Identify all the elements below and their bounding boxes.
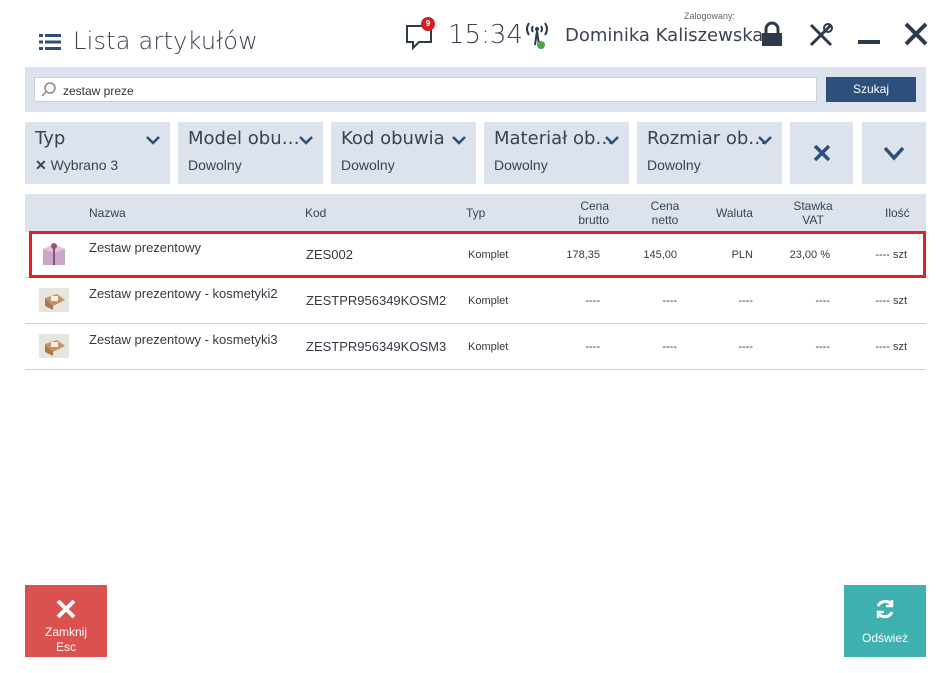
clock: 15:34 bbox=[448, 20, 523, 50]
item-name: Zestaw prezentowy - kosmetyki2 bbox=[89, 286, 278, 301]
column-header-code[interactable]: Kod bbox=[305, 206, 326, 220]
item-net-price: ---- bbox=[662, 341, 677, 353]
filter-label: Kod obuwia bbox=[341, 128, 445, 149]
logged-in-label: Zalogowany: bbox=[684, 11, 736, 21]
tools-icon[interactable] bbox=[806, 20, 836, 50]
column-header-name[interactable]: Nazwa bbox=[89, 206, 126, 220]
column-header-vat[interactable]: Stawka VAT bbox=[790, 199, 836, 227]
chevron-down-icon bbox=[452, 136, 466, 145]
close-button[interactable]: Zamknij Esc bbox=[25, 585, 107, 657]
chevron-down-icon bbox=[758, 136, 772, 145]
item-vat: ---- bbox=[815, 341, 830, 353]
filter-shoe-code[interactable]: Kod obuwia Dowolny bbox=[331, 122, 476, 184]
chevron-down-icon bbox=[605, 136, 619, 145]
close-icon bbox=[56, 599, 76, 619]
minimize-icon[interactable] bbox=[855, 20, 885, 50]
refresh-icon bbox=[876, 599, 894, 619]
item-gross-price: ---- bbox=[585, 295, 600, 307]
close-button-shortcut: Esc bbox=[55, 640, 76, 654]
search-input-value[interactable]: zestaw preze bbox=[63, 84, 134, 98]
search-icon bbox=[41, 82, 56, 97]
refresh-button-label: Odśwież bbox=[861, 631, 908, 645]
item-type: Komplet bbox=[468, 341, 509, 353]
item-vat: ---- bbox=[815, 295, 830, 307]
filter-label: Typ bbox=[35, 128, 66, 149]
filter-value: Dowolny bbox=[494, 157, 548, 173]
menu-list-icon[interactable] bbox=[39, 33, 61, 51]
table-row[interactable]: Zestaw prezentowy - kosmetyki3 ZESTPR956… bbox=[25, 324, 926, 370]
chevron-down-icon bbox=[883, 146, 905, 161]
lock-icon[interactable] bbox=[757, 20, 787, 50]
filter-value: Dowolny bbox=[188, 157, 242, 173]
close-button-label: Zamknij bbox=[44, 625, 87, 639]
filter-label: Model obu… bbox=[188, 128, 300, 149]
filter-value: ✕ Wybrano 3 bbox=[35, 157, 119, 173]
search-input[interactable] bbox=[34, 77, 817, 102]
item-code: ZESTPR956349KOSM2 bbox=[306, 293, 447, 308]
item-net-price: ---- bbox=[662, 295, 677, 307]
filter-label: Materiał ob… bbox=[494, 128, 614, 149]
item-name: Zestaw prezentowy - kosmetyki3 bbox=[89, 332, 278, 347]
refresh-button[interactable]: Odśwież bbox=[844, 585, 926, 657]
table-header: Nazwa Kod Typ Cena brutto Cena netto Walut… bbox=[25, 194, 926, 232]
close-app-icon[interactable] bbox=[902, 20, 932, 50]
item-quantity: ---- szt bbox=[875, 341, 907, 353]
clear-filter-icon[interactable]: ✕ bbox=[35, 157, 47, 173]
item-currency: ---- bbox=[738, 341, 753, 353]
filter-label: Rozmiar ob… bbox=[647, 128, 767, 149]
column-header-currency[interactable]: Waluta bbox=[716, 206, 753, 220]
column-header-type[interactable]: Typ bbox=[466, 206, 485, 220]
close-icon bbox=[813, 144, 830, 162]
item-code: ZESTPR956349KOSM3 bbox=[306, 339, 447, 354]
selection-highlight bbox=[29, 231, 926, 278]
page-title: Lista artykułów bbox=[73, 27, 258, 55]
column-header-gross-price[interactable]: Cena brutto bbox=[565, 199, 609, 227]
search-button[interactable]: Szukaj bbox=[826, 77, 916, 102]
column-header-net-price[interactable]: Cena netto bbox=[645, 199, 685, 227]
item-quantity: ---- szt bbox=[875, 295, 907, 307]
notification-badge: 9 bbox=[421, 17, 435, 31]
filter-value: Dowolny bbox=[341, 157, 395, 173]
filter-shoe-material[interactable]: Materiał ob… Dowolny bbox=[484, 122, 629, 184]
item-gross-price: ---- bbox=[585, 341, 600, 353]
expand-filters-button[interactable] bbox=[862, 122, 926, 184]
filter-shoe-model[interactable]: Model obu… Dowolny bbox=[178, 122, 323, 184]
clear-filters-button[interactable] bbox=[790, 122, 853, 184]
connection-status-icon[interactable] bbox=[524, 19, 550, 51]
product-thumbnail bbox=[39, 288, 69, 312]
item-type: Komplet bbox=[468, 295, 509, 307]
chevron-down-icon bbox=[146, 136, 160, 145]
column-header-quantity[interactable]: Ilość bbox=[885, 206, 910, 220]
chevron-down-icon bbox=[299, 136, 313, 145]
product-thumbnail bbox=[39, 334, 69, 358]
filter-type[interactable]: Typ ✕ Wybrano 3 bbox=[25, 122, 170, 184]
item-currency: ---- bbox=[738, 295, 753, 307]
filter-shoe-size[interactable]: Rozmiar ob… Dowolny bbox=[637, 122, 782, 184]
user-name[interactable]: Dominika Kaliszewska bbox=[565, 25, 763, 46]
table-row[interactable]: Zestaw prezentowy - kosmetyki2 ZESTPR956… bbox=[25, 278, 926, 324]
filter-value: Dowolny bbox=[647, 157, 701, 173]
